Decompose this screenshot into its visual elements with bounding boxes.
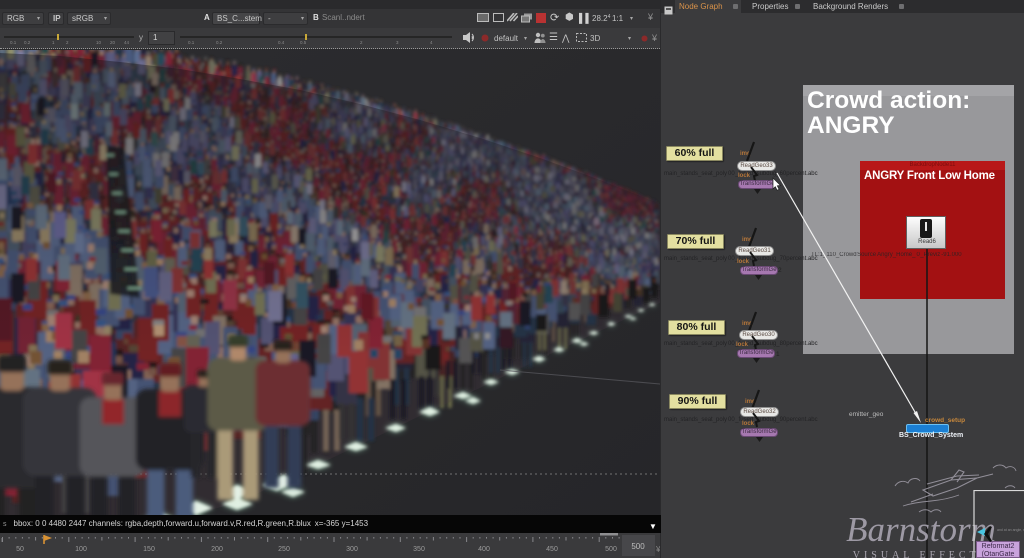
svg-text:¥: ¥ (655, 545, 660, 554)
svg-text:20: 20 (110, 40, 116, 44)
svg-text:0.2: 0.2 (216, 40, 223, 44)
svg-text:0.1: 0.1 (10, 40, 17, 44)
svg-text:3: 3 (396, 40, 399, 44)
svg-text:500: 500 (631, 542, 645, 551)
svg-text:0.4: 0.4 (278, 40, 285, 44)
svg-text:2: 2 (66, 40, 69, 44)
svg-text:0.5: 0.5 (300, 40, 307, 44)
svg-text:1: 1 (52, 40, 55, 44)
svg-text:2: 2 (360, 40, 363, 44)
svg-text:0.1: 0.1 (188, 40, 195, 44)
svg-text:44: 44 (124, 40, 130, 44)
svg-text:0.2: 0.2 (24, 40, 31, 44)
svg-text:10: 10 (96, 40, 102, 44)
svg-text:4: 4 (430, 40, 433, 44)
